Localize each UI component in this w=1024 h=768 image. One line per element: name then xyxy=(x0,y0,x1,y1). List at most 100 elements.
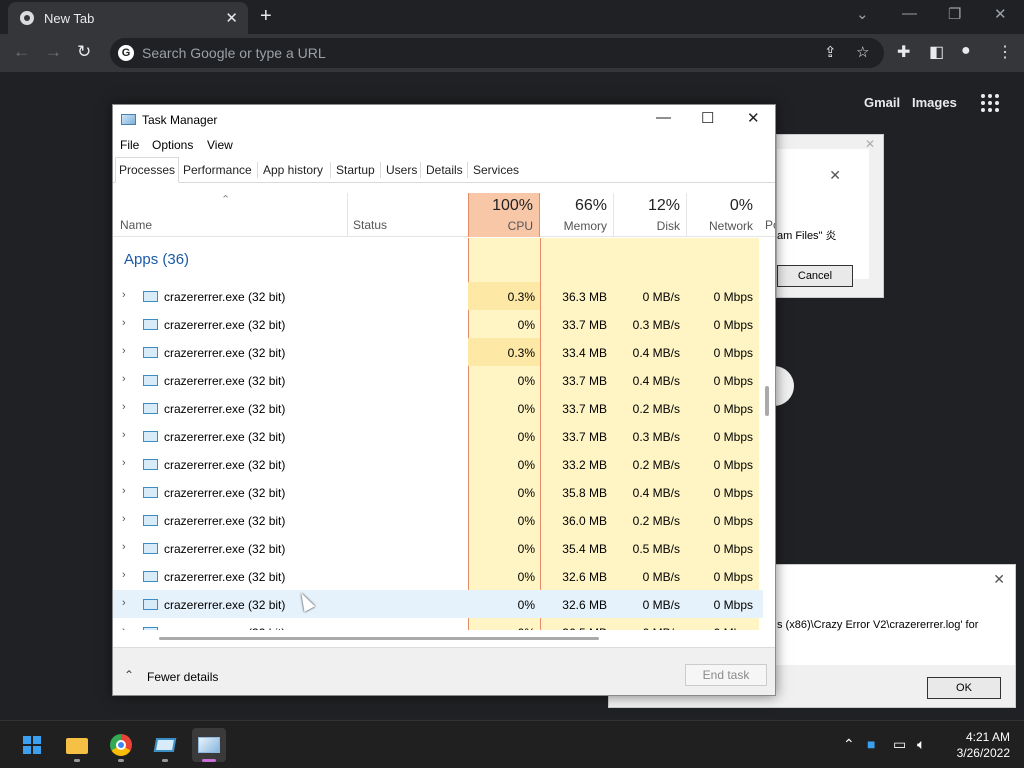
task-manager-icon xyxy=(198,737,220,753)
tray-chevron-up-icon[interactable]: ⌃ xyxy=(843,736,855,753)
expand-chevron-icon[interactable]: › xyxy=(122,569,126,581)
tab-search-chevron-icon[interactable]: ⌄ xyxy=(856,5,869,23)
task-manager-app-icon xyxy=(121,114,136,125)
end-task-button[interactable]: End task xyxy=(685,664,767,686)
side-panel-icon[interactable]: ◧ xyxy=(929,42,944,62)
volume-icon[interactable]: 🔈︎ xyxy=(917,736,925,753)
table-row[interactable]: › crazererrer.exe (32 bit) 0% 33.7 MB 0.4 MB… xyxy=(113,366,763,394)
column-name[interactable]: Name xyxy=(120,218,152,232)
memory-percent: 66% xyxy=(574,197,607,214)
table-row[interactable]: › crazererrer.exe (32 bit) 0% 35.4 MB 0.5 MB… xyxy=(113,534,763,562)
process-app-icon xyxy=(143,459,158,470)
gmail-link[interactable]: Gmail xyxy=(864,95,900,110)
google-apps-grid-icon[interactable] xyxy=(981,94,999,112)
taskbar-crazererrer[interactable] xyxy=(148,728,182,762)
cell-cpu: 0% xyxy=(517,542,535,556)
process-name: crazererrer.exe (32 bit) xyxy=(164,626,285,630)
table-row[interactable]: › crazererrer.exe (32 bit) 0% 33.7 MB 0.3 MB… xyxy=(113,310,763,338)
table-row[interactable]: › crazererrer.exe (32 bit) 0% 36.5 MB 0 MB/s… xyxy=(113,618,763,630)
expand-chevron-icon[interactable]: › xyxy=(122,513,126,525)
forward-arrow-icon[interactable]: → xyxy=(45,42,62,62)
table-row[interactable]: › crazererrer.exe (32 bit) 0% 32.6 MB 0 MB/s… xyxy=(113,590,763,618)
expand-chevron-icon[interactable]: › xyxy=(122,625,126,630)
expand-chevron-icon[interactable]: › xyxy=(122,457,126,469)
menu-view[interactable]: View xyxy=(207,138,233,152)
expand-chevron-icon[interactable]: › xyxy=(122,597,126,609)
minimize-icon[interactable]: — xyxy=(656,109,671,126)
cell-memory: 35.8 MB xyxy=(562,486,607,500)
table-row[interactable]: › crazererrer.exe (32 bit) 0.3% 36.3 MB 0 MB… xyxy=(113,282,763,310)
dialog-close-icon[interactable]: ✕ xyxy=(993,571,1005,588)
column-status[interactable]: Status xyxy=(353,218,387,232)
tab-processes[interactable]: Processes xyxy=(115,157,180,183)
restore-icon[interactable]: ❐ xyxy=(948,5,961,23)
menu-options[interactable]: Options xyxy=(152,138,193,152)
tab-app-history[interactable]: App history xyxy=(263,163,323,177)
extensions-puzzle-icon[interactable]: ✚ xyxy=(897,42,910,62)
cell-cpu: 0.3% xyxy=(507,346,535,360)
vertical-scrollbar[interactable] xyxy=(765,386,769,416)
table-row[interactable]: › crazererrer.exe (32 bit) 0% 32.6 MB 0 MB/s… xyxy=(113,562,763,590)
process-name: crazererrer.exe (32 bit) xyxy=(164,598,286,612)
process-name: crazererrer.exe (32 bit) xyxy=(164,458,286,472)
task-manager-titlebar[interactable]: Task Manager — ☐ ✕ xyxy=(113,105,775,135)
column-disk[interactable]: 12% Disk xyxy=(614,193,686,237)
profile-avatar-icon[interactable]: ● xyxy=(961,42,971,60)
expand-chevron-icon[interactable]: › xyxy=(122,345,126,357)
tray-app-icon[interactable]: ■ xyxy=(867,736,875,752)
dialog-close-icon[interactable]: ✕ xyxy=(829,167,841,184)
expand-chevron-icon[interactable]: › xyxy=(122,541,126,553)
reload-icon[interactable]: ↻ xyxy=(77,42,91,62)
close-icon[interactable]: ✕ xyxy=(747,109,760,127)
tab-performance[interactable]: Performance xyxy=(183,163,252,177)
start-button[interactable] xyxy=(15,728,49,762)
taskbar-chrome[interactable] xyxy=(104,728,138,762)
share-icon[interactable]: ⇪ xyxy=(824,43,837,61)
network-icon[interactable]: ▭ xyxy=(893,736,906,753)
table-row[interactable]: › crazererrer.exe (32 bit) 0% 33.7 MB 0.3 MB… xyxy=(113,422,763,450)
tab-details[interactable]: Details xyxy=(426,163,463,177)
omnibox[interactable]: G Search Google or type a URL ⇪ ☆ xyxy=(110,38,884,68)
images-link[interactable]: Images xyxy=(912,95,957,110)
cancel-button[interactable]: Cancel xyxy=(777,265,853,287)
taskbar-file-explorer[interactable] xyxy=(60,728,94,762)
tab-services[interactable]: Services xyxy=(473,163,519,177)
taskbar-clock[interactable]: 4:21 AM 3/26/2022 xyxy=(944,729,1010,761)
chevron-up-icon[interactable]: ⌃ xyxy=(124,668,134,682)
table-row[interactable]: › crazererrer.exe (32 bit) 0% 36.0 MB 0.2 MB… xyxy=(113,506,763,534)
expand-chevron-icon[interactable]: › xyxy=(122,317,126,329)
tab-new-tab[interactable]: New Tab ✕ xyxy=(8,2,248,34)
minimize-icon[interactable]: — xyxy=(902,5,917,22)
expand-chevron-icon[interactable]: › xyxy=(122,373,126,385)
taskbar: ⌃ ■ ▭ 🔈︎ 4:21 AM 3/26/2022 xyxy=(0,720,1024,768)
expand-chevron-icon[interactable]: › xyxy=(122,429,126,441)
menu-kebab-icon[interactable]: ⋮ xyxy=(997,42,1013,62)
expand-chevron-icon[interactable]: › xyxy=(122,401,126,413)
fewer-details-button[interactable]: Fewer details xyxy=(147,670,218,684)
back-arrow-icon[interactable]: ← xyxy=(13,42,30,62)
maximize-icon[interactable]: ☐ xyxy=(701,109,714,127)
column-power-truncated[interactable]: Po xyxy=(765,218,775,232)
cell-cpu: 0% xyxy=(517,514,535,528)
menu-file[interactable]: File xyxy=(120,138,139,152)
process-app-icon xyxy=(143,403,158,414)
expand-chevron-icon[interactable]: › xyxy=(122,485,126,497)
table-row[interactable]: › crazererrer.exe (32 bit) 0% 35.8 MB 0.4 MB… xyxy=(113,478,763,506)
ok-button[interactable]: OK xyxy=(927,677,1001,699)
table-row[interactable]: › crazererrer.exe (32 bit) 0% 33.7 MB 0.2 MB… xyxy=(113,394,763,422)
expand-chevron-icon[interactable]: › xyxy=(122,289,126,301)
table-row[interactable]: › crazererrer.exe (32 bit) 0.3% 33.4 MB 0.4 … xyxy=(113,338,763,366)
new-tab-button[interactable]: + xyxy=(260,5,272,28)
column-network[interactable]: 0% Network xyxy=(687,193,759,237)
table-row[interactable]: › crazererrer.exe (32 bit) 0% 33.2 MB 0.2 MB… xyxy=(113,450,763,478)
taskbar-task-manager[interactable] xyxy=(192,728,226,762)
tab-close-icon[interactable]: ✕ xyxy=(225,9,238,27)
window-close-icon[interactable]: ✕ xyxy=(994,5,1007,23)
tab-users[interactable]: Users xyxy=(386,163,417,177)
column-cpu[interactable]: 100% CPU xyxy=(468,193,540,237)
bookmark-star-icon[interactable]: ☆ xyxy=(856,43,869,61)
column-memory[interactable]: 66% Memory xyxy=(541,193,613,237)
apps-group-header[interactable]: Apps (36) xyxy=(113,238,763,282)
horizontal-scrollbar[interactable] xyxy=(159,637,599,640)
tab-startup[interactable]: Startup xyxy=(336,163,375,177)
